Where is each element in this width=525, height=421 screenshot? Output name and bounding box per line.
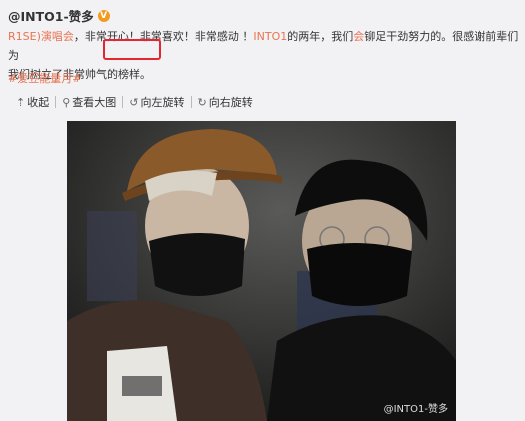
highlight-box (103, 39, 161, 60)
post-text-2: 的两年，我们 (287, 30, 354, 43)
view-large-label: 查看大图 (72, 96, 117, 109)
author-line: @INTO1-赞多 V (8, 6, 110, 25)
post-link-hui[interactable]: 会 (353, 30, 364, 43)
toolbar-divider (122, 96, 124, 108)
rotate-right-label: 向右旋转 (208, 96, 253, 109)
post-text: R1SE)演唱会，非常开心！非常喜欢！非常感动 ！INTO1的两年，我们会铆足干… (8, 27, 520, 84)
post-text-line2b: 的榜样。 (107, 68, 151, 81)
collapse-icon: ⇡ (16, 95, 26, 109)
photo-watermark: @INTO1-赞多 (383, 404, 448, 415)
toolbar-divider (190, 96, 192, 108)
post-text-1: ，非常开心！非常喜欢！非常感动 ！ (73, 30, 254, 43)
photo-illustration (67, 121, 456, 421)
view-large-button[interactable]: ⚲ 查看大图 (62, 94, 116, 110)
magnifier-icon: ⚲ (62, 95, 71, 109)
image-toolbar: ⇡ 收起 ⚲ 查看大图 ↺ 向左旋转 ↻ 向右旋转 (16, 94, 253, 110)
author-name[interactable]: @INTO1-赞多 (8, 6, 94, 25)
rotate-left-button[interactable]: ↺ 向左旋转 (129, 94, 184, 110)
rotate-left-label: 向左旋转 (140, 96, 185, 109)
post-link-into1[interactable]: INTO1 (253, 30, 287, 43)
collapse-button[interactable]: ⇡ 收起 (16, 94, 49, 110)
weibo-post-card: @INTO1-赞多 V R1SE)演唱会，非常开心！非常喜欢！非常感动 ！INT… (0, 0, 525, 421)
collapse-label: 收起 (27, 96, 50, 109)
post-photo[interactable]: @INTO1-赞多 (67, 121, 456, 421)
verified-badge-icon: V (97, 9, 110, 22)
toolbar-divider (55, 96, 57, 108)
post-link-concert[interactable]: R1SE)演唱会 (8, 30, 74, 43)
rotate-left-icon: ↺ (129, 95, 139, 109)
rotate-right-button[interactable]: ↻ 向右旋转 (198, 94, 253, 110)
topic-hashtag[interactable]: #爱豆能量月# (8, 70, 81, 86)
rotate-right-icon: ↻ (197, 95, 207, 109)
